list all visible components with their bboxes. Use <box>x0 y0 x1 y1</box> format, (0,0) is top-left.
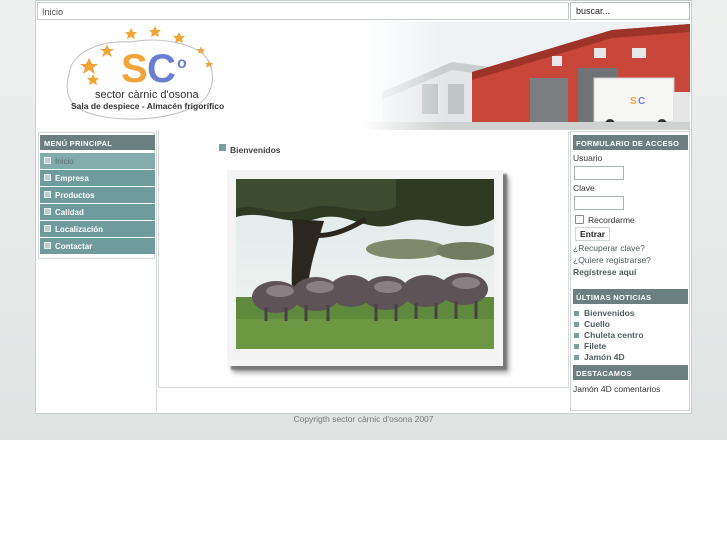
main-menu: MENÚ PRINCIPAL Inicio Empresa Productos … <box>38 132 155 259</box>
featured-title: DESTACAMOS <box>573 365 688 380</box>
featured-text[interactable]: Jamón 4D comentarios <box>573 384 660 394</box>
register-link[interactable]: Regístrese aquí <box>573 267 636 277</box>
news-item[interactable]: Cuello <box>573 319 610 329</box>
forgot-password-link[interactable]: ¿Recuperar clave? <box>573 243 645 253</box>
bullet-icon <box>44 157 51 164</box>
news-item-label: Chuleta centro <box>584 330 644 340</box>
latest-news-title: ÚLTIMAS NOTICIAS <box>573 289 688 304</box>
site-header: S C o sector càrnic d'osona Sala de desp… <box>37 22 690 130</box>
menu-item-contactar[interactable]: Contactar <box>40 238 155 254</box>
bullet-icon <box>44 208 51 215</box>
page-bottom <box>0 440 727 545</box>
right-column: FORMULARIO DE ACCESO Usuario Clave Recor… <box>570 131 690 411</box>
search-input[interactable] <box>570 2 690 20</box>
article-title[interactable]: Bienvenidos <box>219 144 281 155</box>
menu-item-label: Empresa <box>55 174 89 183</box>
logo-letter-o: o <box>177 55 187 72</box>
bullet-icon <box>44 225 51 232</box>
news-item[interactable]: Filete <box>573 341 606 351</box>
menu-item-inicio[interactable]: Inicio <box>40 153 155 169</box>
bullet-icon <box>219 144 226 151</box>
menu-item-label: Productos <box>55 191 95 200</box>
bullet-icon <box>574 333 579 338</box>
news-item-label: Jamón 4D <box>584 352 625 362</box>
password-input[interactable] <box>574 196 624 210</box>
bullet-icon <box>574 322 579 327</box>
register-question: ¿Quiere registrarse? <box>573 255 651 265</box>
bullet-icon <box>44 191 51 198</box>
remember-label: Recordarme <box>588 215 635 225</box>
bullet-icon <box>574 344 579 349</box>
main-menu-title: MENÚ PRINCIPAL <box>40 135 155 150</box>
username-input[interactable] <box>574 166 624 180</box>
news-item[interactable]: Chuleta centro <box>573 330 644 340</box>
news-item-label: Bienvenidos <box>584 308 635 318</box>
main-content: Bienvenidos <box>158 131 569 388</box>
bullet-icon <box>44 174 51 181</box>
logo-subtitle: Sala de despiece - Almacén frigorífico <box>71 101 225 111</box>
breadcrumb-home-link[interactable]: Inicio <box>42 7 63 17</box>
pigs-photo <box>236 179 494 349</box>
logo-letter-c: C <box>147 47 176 91</box>
remember-checkbox[interactable] <box>575 215 584 224</box>
news-item-label: Filete <box>584 341 607 351</box>
menu-item-localizacion[interactable]: Localización <box>40 221 155 237</box>
menu-item-calidad[interactable]: Calidad <box>40 204 155 220</box>
menu-item-label: Inicio <box>55 157 74 166</box>
news-item[interactable]: Jamón 4D <box>573 352 625 362</box>
logo-letters: S <box>121 47 148 91</box>
menu-item-productos[interactable]: Productos <box>40 187 155 203</box>
bullet-icon <box>574 311 579 316</box>
menu-item-empresa[interactable]: Empresa <box>40 170 155 186</box>
footer-copyright: Copyrigth sector càrnic d'osona 2007 <box>293 414 434 424</box>
menu-item-label: Contactar <box>55 242 93 251</box>
site-logo[interactable]: S C o sector càrnic d'osona Sala de desp… <box>51 22 231 126</box>
bullet-icon <box>44 242 51 249</box>
news-item-label: Cuello <box>584 319 610 329</box>
login-form-title: FORMULARIO DE ACCESO <box>573 135 688 150</box>
menu-item-label: Localización <box>55 225 104 234</box>
username-label: Usuario <box>573 153 603 163</box>
warehouse-photo: S C <box>362 22 690 130</box>
news-item[interactable]: Bienvenidos <box>573 308 635 318</box>
password-label: Clave <box>573 183 595 193</box>
breadcrumb: Inicio <box>37 2 569 20</box>
logo-name: sector càrnic d'osona <box>95 89 199 101</box>
bullet-icon <box>574 355 579 360</box>
login-submit-button[interactable]: Entrar <box>575 227 611 241</box>
menu-item-label: Calidad <box>55 208 84 217</box>
pigs-photo-frame <box>227 170 503 366</box>
left-column: MENÚ PRINCIPAL Inicio Empresa Productos … <box>37 131 157 411</box>
article-title-text: Bienvenidos <box>230 145 281 155</box>
